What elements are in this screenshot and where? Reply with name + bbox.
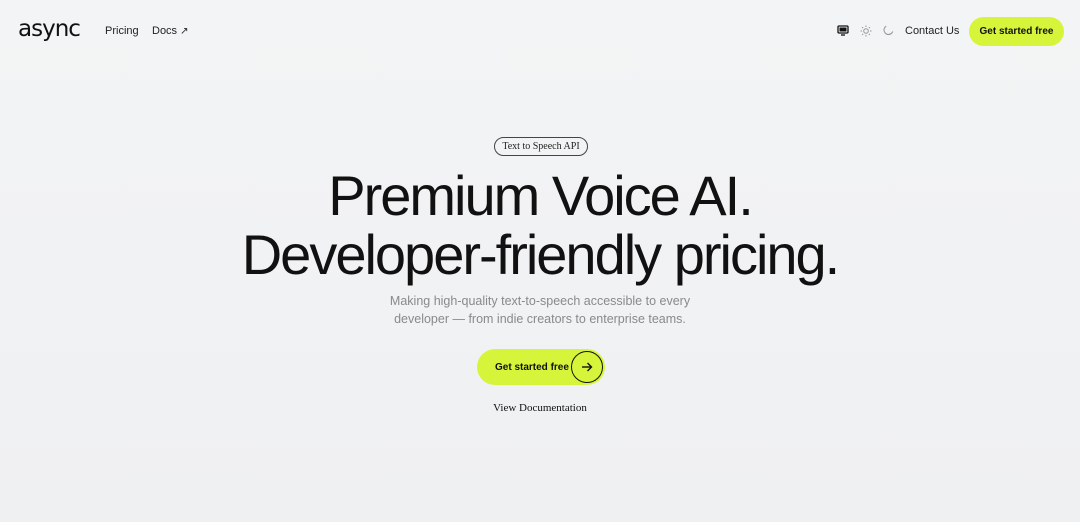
hero-headline: Premium Voice AI. Developer-friendly pri…: [0, 166, 1080, 284]
view-documentation-link[interactable]: View Documentation: [0, 402, 1080, 414]
contact-us-link[interactable]: Contact Us: [905, 25, 959, 37]
product-badge: Text to Speech API: [494, 137, 588, 156]
theme-switcher: [836, 24, 895, 37]
external-link-icon: ↗: [180, 26, 189, 37]
get-started-hero-label: Get started free: [495, 361, 569, 373]
subtext-line-1: Making high-quality text-to-speech acces…: [389, 294, 691, 308]
headline-line-2: Developer-friendly pricing.: [241, 223, 841, 286]
arrow-right-icon: [571, 351, 603, 383]
page: async Pricing Docs ↗ Contact Us Get star…: [0, 0, 1080, 522]
subtext-line-2: developer — from indie creators to enter…: [394, 312, 686, 326]
headline-line-1: Premium Voice AI.: [328, 164, 754, 227]
nav-docs-link[interactable]: Docs ↗: [152, 25, 188, 37]
logo[interactable]: async: [18, 16, 81, 42]
moon-icon[interactable]: [882, 24, 895, 37]
get-started-header-button[interactable]: Get started free: [969, 17, 1064, 46]
top-nav: async Pricing Docs ↗ Contact Us Get star…: [0, 0, 1080, 62]
nav-docs-label: Docs: [152, 25, 178, 37]
get-started-hero-button[interactable]: Get started free: [477, 349, 605, 385]
hero-subtext: Making high-quality text-to-speech acces…: [340, 292, 740, 328]
sun-icon[interactable]: [859, 24, 872, 37]
nav-pricing-link[interactable]: Pricing: [105, 25, 139, 37]
monitor-icon[interactable]: [836, 24, 849, 37]
